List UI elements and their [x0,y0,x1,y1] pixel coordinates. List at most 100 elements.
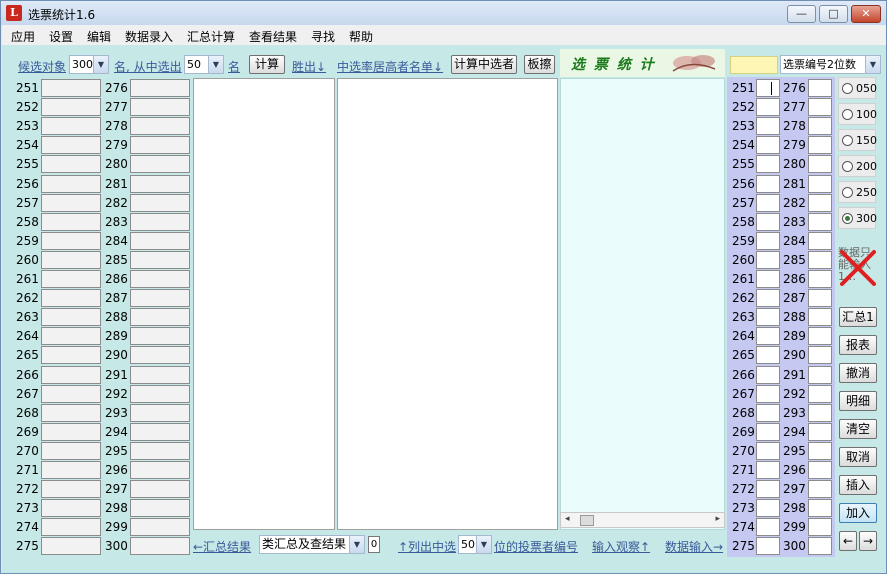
clear-button[interactable]: 清空 [839,419,877,439]
vote-entry-field[interactable] [130,117,190,136]
vote-entry-field[interactable] [130,480,190,499]
horizontal-scrollbar[interactable]: ◂ ▸ [560,512,725,528]
menu-data-entry[interactable]: 数据录入 [125,28,173,45]
vote-entry-field[interactable] [808,174,832,193]
vote-entry-field[interactable] [808,537,832,556]
vote-entry-field[interactable] [808,193,832,212]
radio-100[interactable]: 100 [838,103,877,125]
vote-entry-field[interactable] [756,346,780,365]
vote-entry-field[interactable] [130,384,190,403]
vote-entry-field[interactable] [130,422,190,441]
next-button[interactable]: → [859,531,877,551]
vote-entry-field[interactable] [41,155,101,174]
vote-entry-field[interactable] [756,212,780,231]
summary1-button[interactable]: 汇总1 [839,307,877,327]
eraser-button[interactable]: 板擦 [524,55,555,74]
vote-entry-field[interactable] [808,231,832,250]
vote-entry-field[interactable] [41,518,101,537]
vote-entry-field[interactable] [41,117,101,136]
radio-250[interactable]: 250 [838,181,877,203]
voter-id-combo[interactable]: 选票编号2位数 ▼ [780,55,881,74]
menu-view-results[interactable]: 查看结果 [249,28,297,45]
vote-entry-field[interactable] [130,136,190,155]
vote-entry-field[interactable] [756,441,780,460]
summary-combo[interactable]: 类汇总及查结果 ▼ [259,535,365,554]
menu-settings[interactable]: 设置 [49,28,73,45]
vote-entry-field[interactable] [756,537,780,556]
vote-entry-field[interactable] [808,212,832,231]
vote-entry-field[interactable] [756,327,780,346]
vote-entry-field[interactable] [808,461,832,479]
radio-300[interactable]: 300 [838,207,877,229]
vote-entry-field[interactable] [130,461,190,479]
report-button[interactable]: 报表 [839,335,877,355]
vote-entry-field[interactable] [130,537,190,556]
vote-entry-field[interactable] [808,346,832,365]
vote-entry-field[interactable] [130,231,190,250]
vote-entry-field[interactable] [808,250,832,269]
vote-entry-field[interactable] [130,174,190,193]
radio-200[interactable]: 200 [838,155,877,177]
add-button[interactable]: 加入 [839,503,877,523]
vote-entry-field[interactable] [756,231,780,250]
vote-entry-field[interactable] [41,327,101,346]
vote-entry-field[interactable] [808,422,832,441]
vote-entry-field[interactable] [808,499,832,518]
vote-entry-field[interactable] [41,499,101,518]
vote-entry-field[interactable] [756,193,780,212]
vote-entry-field[interactable] [41,461,101,479]
summary-number[interactable]: 0 [368,536,380,553]
data-input-link[interactable]: 数据输入→ [665,538,723,555]
menu-find[interactable]: 寻找 [311,28,335,45]
vote-entry-field[interactable] [130,98,190,117]
maximize-button[interactable]: □ [819,5,848,23]
vote-entry-field[interactable] [41,212,101,231]
vote-entry-field[interactable] [756,98,780,117]
vote-entry-field[interactable] [808,308,832,327]
input-observe-link[interactable]: 输入观察↑ [592,538,650,555]
vote-entry-field[interactable] [41,384,101,403]
vote-entry-field[interactable] [808,403,832,422]
vote-entry-field[interactable] [41,193,101,212]
vote-entry-field[interactable] [756,499,780,518]
vote-entry-field[interactable] [756,270,780,288]
vote-entry-field[interactable] [41,289,101,308]
vote-entry-field[interactable] [41,422,101,441]
vote-entry-field[interactable] [41,250,101,269]
vote-entry-field[interactable] [41,270,101,288]
insert-button[interactable]: 插入 [839,475,877,495]
vote-entry-field[interactable] [41,346,101,365]
vote-entry-field[interactable] [41,136,101,155]
prev-button[interactable]: ← [839,531,857,551]
candidates-label[interactable]: 候选对象 [18,58,66,75]
calc-button[interactable]: 计算 [249,55,285,74]
vote-entry-field[interactable] [41,365,101,384]
vote-entry-field[interactable] [756,480,780,499]
vote-entry-field[interactable] [808,480,832,499]
vote-entry-field[interactable] [130,441,190,460]
list-count-combo[interactable]: 50 ▼ [458,535,492,554]
vote-entry-field[interactable] [756,365,780,384]
menu-app[interactable]: 应用 [11,28,35,45]
vote-entry-field[interactable] [756,155,780,174]
vote-entry-field[interactable] [41,441,101,460]
vote-entry-field[interactable] [808,441,832,460]
scroll-thumb[interactable] [580,515,594,526]
scroll-right-icon[interactable]: ▸ [715,514,720,524]
vote-entry-field[interactable] [130,289,190,308]
vote-entry-field[interactable] [41,308,101,327]
vote-entry-field[interactable] [756,174,780,193]
vote-entry-field[interactable] [130,79,190,97]
vote-entry-field[interactable] [808,365,832,384]
vote-entry-field[interactable] [130,308,190,327]
vote-entry-field[interactable] [41,79,101,97]
scroll-left-icon[interactable]: ◂ [565,514,570,524]
vote-entry-field[interactable] [756,136,780,155]
ranking-list[interactable] [337,78,558,530]
summary-result-link[interactable]: ←汇总结果 [193,538,251,555]
vote-entry-field[interactable] [130,212,190,231]
vote-entry-field[interactable] [808,98,832,117]
vote-entry-field[interactable] [808,270,832,288]
detail-button[interactable]: 明细 [839,391,877,411]
vote-entry-field[interactable] [41,537,101,556]
